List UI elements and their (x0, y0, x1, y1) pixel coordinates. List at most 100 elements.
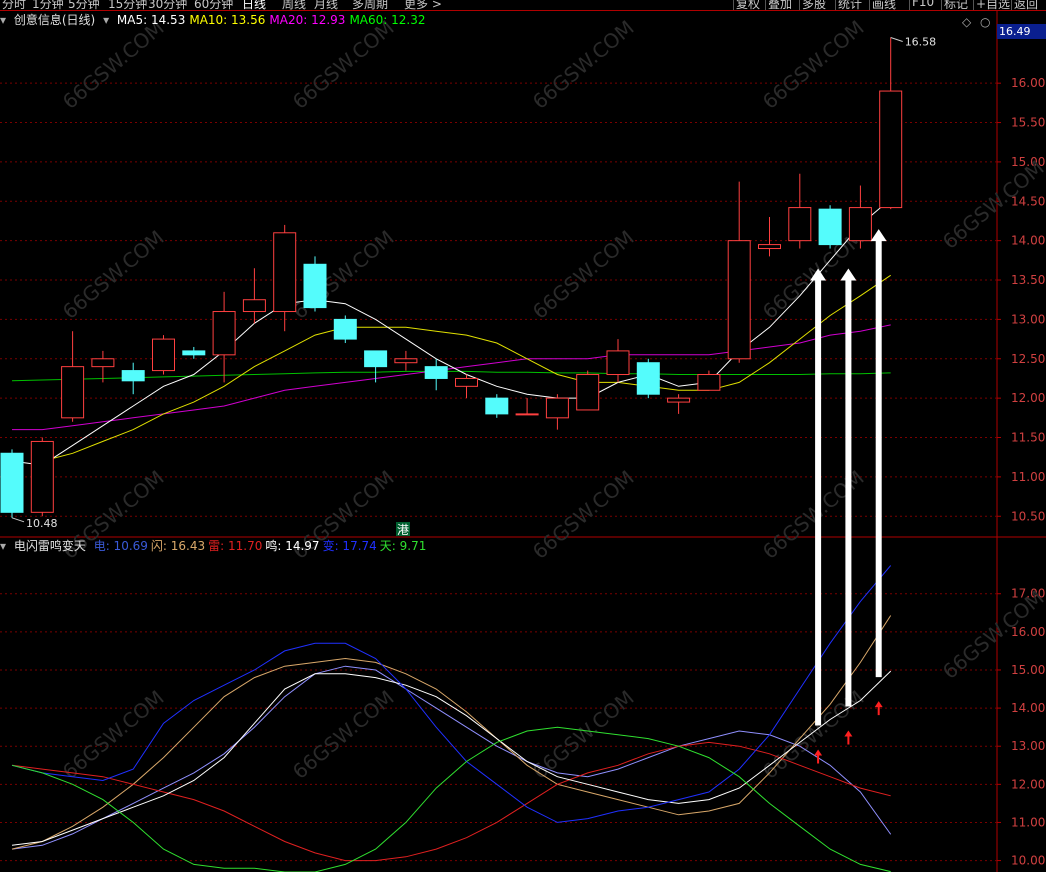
toolbar-separator (835, 0, 836, 10)
indicator-tick-label: 13.00 (1011, 739, 1045, 753)
indicator-name[interactable]: 电闪雷鸣变天 (14, 539, 86, 553)
watermark: 66GSW.COM (528, 465, 639, 563)
low-price-label: 10.48 (26, 517, 58, 530)
watermark: 66GSW.COM (528, 225, 639, 323)
tab-0[interactable]: 分时 (2, 0, 26, 10)
indicator-tick-label: 10.00 (1011, 854, 1045, 868)
ma-legend-item: MA20: 12.93 (269, 13, 346, 27)
toolbar-button-7[interactable]: +自选 (976, 0, 1010, 10)
red-up-arrow-icon (844, 730, 853, 745)
candle-body-up (91, 358, 115, 368)
stock-name[interactable]: 创意信息(日线) (14, 13, 95, 27)
indicator-legend: ▾ 电闪雷鸣变天 电: 10.69 闪: 16.43 雷: 11.70 鸣: 14.9… (0, 538, 433, 554)
price-tick-label: 14.00 (1011, 234, 1045, 248)
toolbar-button-5[interactable]: F10 (912, 0, 934, 9)
price-legend: ▾ 创意信息(日线) ▾ MA5: 14.53 MA10: 13.56 MA20: … (0, 12, 433, 28)
indicator-line-雷 (11, 741, 891, 862)
candle-body-up (30, 440, 54, 513)
indicator-legend-item: 闪: 16.43 (150, 539, 206, 553)
toolbar-button-1[interactable]: 叠加 (768, 0, 792, 10)
price-tick-label: 13.00 (1011, 312, 1045, 326)
candle-body-down (485, 397, 509, 415)
watermark: 66GSW.COM (288, 685, 399, 783)
candle-body-up (394, 358, 418, 364)
tab-7[interactable]: 周线 (282, 0, 306, 10)
watermark: 66GSW.COM (58, 225, 169, 323)
price-tick-label: 15.50 (1011, 116, 1045, 130)
circle-icon: ○ (980, 15, 990, 29)
indicator-legend-item: 电: 10.69 (93, 539, 148, 553)
toolbar-button-6[interactable]: 标记 (944, 0, 968, 10)
ma-settings-icon[interactable]: ▾ (103, 13, 109, 27)
indicator-line-闪 (11, 615, 892, 850)
candle-body-down (121, 370, 145, 382)
candle-body-down (364, 350, 388, 368)
signal-arrow (870, 229, 887, 678)
watermark: 66GSW.COM (758, 465, 869, 563)
period-toolbar: 分时 1分钟 5分钟 15分钟 30分钟 60分钟 日线 周线 月线 多周期 更多 > 复权 叠加 多股 统… (0, 0, 1046, 10)
toolbar-button-3[interactable]: 统计 (838, 0, 862, 10)
candle-body-up (697, 374, 721, 391)
toolbar-button-2[interactable]: 多股 (802, 0, 826, 10)
candle-body-up (61, 366, 85, 419)
indicator-line-天 (11, 726, 891, 872)
indicator-legend-item: 天: 9.71 (379, 539, 427, 553)
toolbar-button-0[interactable]: 复权 (736, 0, 760, 10)
collapse-icon[interactable]: ▾ (0, 13, 6, 27)
watermark: 66GSW.COM (528, 685, 639, 783)
toolbar-separator (941, 0, 942, 10)
candle-body-up (727, 240, 751, 360)
tab-4[interactable]: 30分钟 (148, 0, 187, 10)
diamond-icon: ◇ (962, 15, 972, 29)
tab-8[interactable]: 月线 (314, 0, 338, 10)
toolbar-divider (0, 10, 1046, 11)
price-tick-label: 12.00 (1011, 391, 1045, 405)
price-tick-label: 11.50 (1011, 431, 1045, 445)
candle-body-down (636, 362, 660, 395)
toolbar-separator (733, 0, 734, 10)
candle-body-up (848, 207, 872, 242)
candle-body-up (242, 299, 266, 313)
candle-body-down (333, 318, 357, 340)
price-tick-label: 16.00 (1011, 76, 1045, 90)
candle-body-up (606, 350, 630, 376)
indicator-collapse-icon[interactable]: ▾ (0, 539, 6, 553)
tab-2[interactable]: 5分钟 (68, 0, 100, 10)
candle-body-up (758, 244, 781, 250)
toolbar-separator (909, 0, 910, 10)
candle-body-up (788, 207, 812, 242)
indicator-tick-label: 14.00 (1011, 701, 1045, 715)
indicator-legend-item: 雷: 11.70 (208, 539, 263, 553)
price-tick-label: 10.50 (1011, 509, 1045, 523)
toolbar-button-4[interactable]: 画线 (872, 0, 896, 10)
candle-body-up (667, 397, 691, 403)
candle-body-up (576, 374, 600, 411)
tab-10[interactable]: 更多 > (404, 0, 442, 10)
watermark: 66GSW.COM (58, 685, 169, 783)
chart-canvas: 10.50 11.00 11.50 12.00 12.50 13.00 13.50 14.00… (0, 11, 1046, 872)
candle-body-up (273, 232, 297, 313)
toolbar-separator (1011, 0, 1012, 10)
ma-legend-item: MA5: 14.53 (116, 13, 186, 27)
candle-body-down (818, 208, 842, 246)
tab-6[interactable]: 日线 (242, 0, 266, 10)
candle-body-up (545, 397, 569, 419)
candle-body-up (879, 90, 903, 209)
ma-legend-item: MA60: 12.32 (349, 13, 426, 27)
tab-3[interactable]: 15分钟 (108, 0, 147, 10)
high-price-label: 16.58 (905, 36, 937, 49)
tab-9[interactable]: 多周期 (352, 0, 388, 10)
candle-body-down (182, 350, 206, 356)
low-pointer (11, 517, 25, 523)
hk-marker: 港 (397, 523, 409, 537)
indicator-tick-label: 11.00 (1011, 815, 1045, 829)
watermark: 66GSW.COM (758, 685, 869, 783)
tab-5[interactable]: 60分钟 (194, 0, 233, 10)
indicator-tick-label: 12.00 (1011, 777, 1045, 791)
price-tick-label: 12.50 (1011, 352, 1045, 366)
toolbar-button-8[interactable]: 返回 (1014, 0, 1038, 10)
tab-1[interactable]: 1分钟 (32, 0, 64, 10)
indicator-tick-label: 15.00 (1011, 663, 1045, 677)
watermark: 66GSW.COM (528, 15, 639, 113)
toolbar-separator (869, 0, 870, 10)
